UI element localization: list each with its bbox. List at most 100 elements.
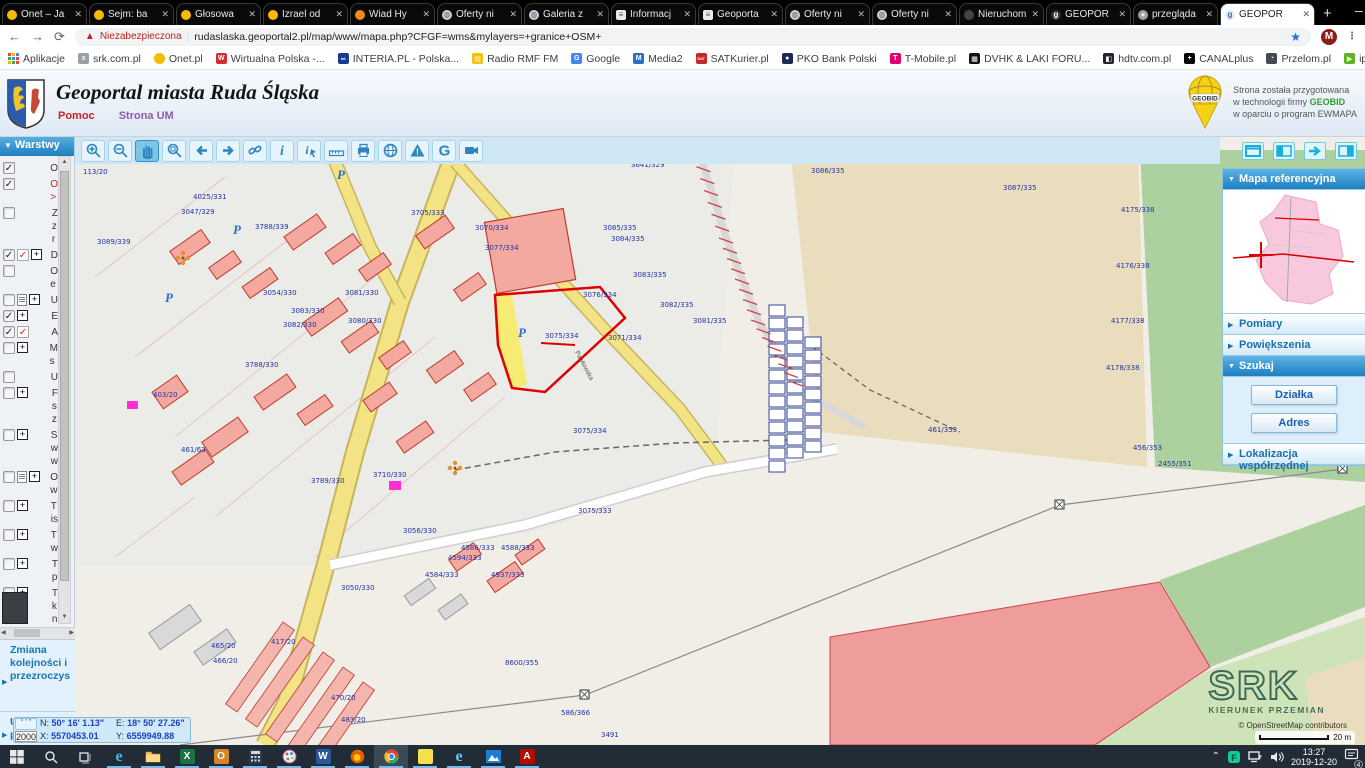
- tab-close-icon[interactable]: ✕: [1302, 9, 1310, 20]
- search-adres-button[interactable]: Adres: [1251, 413, 1337, 433]
- layer-legend-icon[interactable]: [17, 294, 27, 306]
- layer-style-checkbox[interactable]: ✓: [17, 249, 29, 261]
- city-site-link[interactable]: Strona UM: [119, 110, 174, 122]
- layer-checkbox[interactable]: [3, 558, 15, 570]
- layer-checkbox[interactable]: [3, 387, 15, 399]
- forward-icon[interactable]: →: [31, 29, 44, 44]
- bookmark-item[interactable]: intINTERIA.PL - Polska...: [338, 53, 459, 65]
- tab-close-icon[interactable]: ✕: [422, 9, 430, 20]
- zoom-in-button[interactable]: [81, 140, 105, 162]
- new-tab-button[interactable]: +: [1323, 5, 1332, 22]
- report-error-button[interactable]: !: [405, 140, 429, 162]
- acrobat-taskbar-icon[interactable]: A: [510, 745, 544, 768]
- edge-taskbar-icon[interactable]: e: [102, 745, 136, 768]
- wms-button[interactable]: [378, 140, 402, 162]
- layer-expand-icon[interactable]: +: [17, 342, 28, 353]
- tab-close-icon[interactable]: ✕: [857, 9, 865, 20]
- layer-checkbox[interactable]: [3, 371, 15, 383]
- tab[interactable]: Głosowa✕: [176, 3, 261, 25]
- bookmark-item[interactable]: Onet.pl: [154, 53, 203, 65]
- volume-icon[interactable]: [1270, 751, 1284, 763]
- vertical-scrollbar[interactable]: ▲▼: [58, 156, 71, 624]
- view-forward-button[interactable]: [216, 140, 240, 162]
- section-powi-kszenia[interactable]: ▶Powiększenia: [1223, 335, 1365, 356]
- minimize-button[interactable]: ─: [1340, 0, 1365, 25]
- tab[interactable]: ◍Galeria z✕: [524, 3, 609, 25]
- layer-order-panel[interactable]: ▶Zmiana kolejności i przezroczys: [0, 639, 75, 711]
- tab[interactable]: ≡Geoporta✕: [698, 3, 783, 25]
- photos-taskbar-icon[interactable]: [476, 745, 510, 768]
- tab-close-icon[interactable]: ✕: [74, 9, 82, 20]
- tab-close-icon[interactable]: ✕: [770, 9, 778, 20]
- profile-avatar[interactable]: M: [1321, 29, 1337, 45]
- info-select-button[interactable]: i: [297, 140, 321, 162]
- layer-checkbox[interactable]: ✓: [3, 249, 15, 261]
- layer-expand-icon[interactable]: +: [29, 294, 40, 305]
- back-icon[interactable]: ←: [8, 29, 21, 44]
- legend-thumbnail[interactable]: [2, 592, 28, 624]
- firefox-taskbar-icon[interactable]: [340, 745, 374, 768]
- layer-expand-icon[interactable]: +: [29, 471, 40, 482]
- reference-minimap[interactable]: [1223, 190, 1365, 314]
- bookmark-item[interactable]: ssrk.com.pl: [78, 53, 141, 65]
- google-maps-button[interactable]: G: [432, 140, 456, 162]
- action-center-icon[interactable]: 4: [1344, 748, 1359, 766]
- tab[interactable]: Izrael od✕: [263, 3, 348, 25]
- section-mapa-referencyjna[interactable]: ▼Mapa referencyjna: [1223, 169, 1365, 190]
- file-explorer-taskbar-icon[interactable]: [136, 745, 170, 768]
- tab-close-icon[interactable]: ✕: [335, 9, 343, 20]
- layout-expand-button[interactable]: [1304, 142, 1326, 160]
- tab[interactable]: Wiad Hy✕: [350, 3, 435, 25]
- outlook-taskbar-icon[interactable]: O: [204, 745, 238, 768]
- layer-checkbox[interactable]: [3, 265, 15, 277]
- tab-close-icon[interactable]: ✕: [1031, 9, 1039, 20]
- layer-expand-icon[interactable]: +: [17, 500, 28, 511]
- section-szukaj[interactable]: ▼Szukaj: [1223, 356, 1365, 377]
- layer-checkbox[interactable]: [3, 500, 15, 512]
- layer-expand-icon[interactable]: +: [17, 558, 28, 569]
- section-pomiary[interactable]: ▶Pomiary: [1223, 314, 1365, 335]
- bookmark-item[interactable]: MMedia2: [633, 53, 682, 65]
- tab[interactable]: Nieruchom✕: [959, 3, 1044, 25]
- layer-checkbox[interactable]: [3, 207, 15, 219]
- bookmark-item[interactable]: ◧hdtv.com.pl: [1103, 53, 1171, 65]
- layer-checkbox[interactable]: ✓: [3, 326, 15, 338]
- bookmark-item[interactable]: ▶ipla.tv: [1344, 53, 1365, 65]
- sticky-notes-taskbar-icon[interactable]: [408, 745, 442, 768]
- layer-expand-icon[interactable]: +: [31, 249, 42, 260]
- bookmark-star-icon[interactable]: ★: [1290, 30, 1301, 44]
- layer-checkbox[interactable]: [3, 429, 15, 441]
- paint-taskbar-icon[interactable]: [272, 745, 306, 768]
- layer-checkbox[interactable]: [3, 342, 15, 354]
- print-button[interactable]: [351, 140, 375, 162]
- excel-taskbar-icon[interactable]: X: [170, 745, 204, 768]
- tab-close-icon[interactable]: ✕: [1118, 9, 1126, 20]
- tab-close-icon[interactable]: ✕: [509, 9, 517, 20]
- measure-button[interactable]: [324, 140, 348, 162]
- tray-chevron-icon[interactable]: ⌃: [1212, 751, 1220, 762]
- layer-expand-icon[interactable]: +: [17, 429, 28, 440]
- layer-checkbox[interactable]: ✓: [3, 178, 15, 190]
- section-lokalizacja-wsp-rz-dnej[interactable]: ▶Lokalizacja współrzędnej: [1223, 444, 1365, 465]
- layer-checkbox[interactable]: ✓: [3, 310, 15, 322]
- tab[interactable]: Sejm: ba✕: [89, 3, 174, 25]
- dms-toggle-button[interactable]: ° ' ": [15, 718, 37, 730]
- scale-input[interactable]: 2000: [15, 731, 37, 742]
- help-link[interactable]: Pomoc: [58, 110, 95, 122]
- layout-right-panel-button[interactable]: [1335, 142, 1357, 160]
- tab-close-icon[interactable]: ✕: [248, 9, 256, 20]
- tab-active[interactable]: gGEOPOR✕: [1220, 3, 1315, 25]
- network-icon[interactable]: [1248, 751, 1263, 763]
- bookmark-item[interactable]: GGoogle: [571, 53, 620, 65]
- tab[interactable]: ≡Informacj✕: [611, 3, 696, 25]
- task-view-taskbar-icon[interactable]: [68, 745, 102, 768]
- reload-icon[interactable]: ⟳: [54, 29, 65, 45]
- streetview-button[interactable]: [459, 140, 483, 162]
- taskbar-clock[interactable]: 13:272019-12-20: [1291, 747, 1337, 767]
- bookmark-item[interactable]: ◔Przelom.pl: [1266, 53, 1331, 65]
- layer-expand-icon[interactable]: +: [17, 529, 28, 540]
- tab[interactable]: ◍Oferty ni✕: [437, 3, 522, 25]
- tab-close-icon[interactable]: ✕: [596, 9, 604, 20]
- bookmark-item[interactable]: TT-Mobile.pl: [890, 53, 956, 65]
- layer-legend-icon[interactable]: [17, 471, 27, 483]
